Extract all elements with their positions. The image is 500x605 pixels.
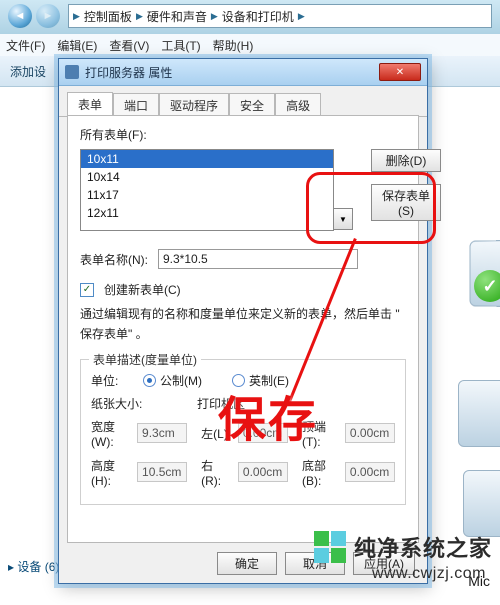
dialog-title: 打印服务器 属性 — [85, 64, 379, 81]
forms-listbox[interactable]: 10x11 10x14 11x17 12x11 — [80, 149, 334, 231]
chevron-right-icon: ▶ — [298, 11, 305, 22]
tab-forms[interactable]: 表单 — [67, 92, 113, 117]
all-forms-label: 所有表单(F): — [80, 126, 147, 143]
watermark-squares-icon — [314, 531, 346, 563]
nav-back-button[interactable]: ◄ — [8, 4, 32, 28]
chevron-right-icon: ▶ — [211, 11, 218, 22]
create-new-form-label: 创建新表单(C) — [104, 281, 181, 298]
nav-forward-button[interactable]: ► — [36, 4, 60, 28]
ok-button[interactable]: 确定 — [217, 552, 277, 575]
save-form-button[interactable]: 保存表单(S) — [371, 184, 441, 221]
unit-label: 单位: — [91, 372, 137, 389]
width-label: 宽度(W): — [91, 418, 131, 449]
dropdown-button[interactable]: ▼ — [333, 208, 353, 230]
menu-tools[interactable]: 工具(T) — [161, 37, 200, 54]
explorer-toolbar: ◄ ► ▶ 控制面板 ▶ 硬件和声音 ▶ 设备和打印机 ▶ — [0, 0, 500, 35]
height-label: 高度(H): — [91, 457, 131, 488]
width-input[interactable]: 9.3cm — [137, 423, 187, 443]
menu-view[interactable]: 查看(V) — [109, 37, 149, 54]
titlebar: 打印服务器 属性 ✕ — [59, 59, 427, 86]
tab-security[interactable]: 安全 — [229, 93, 275, 117]
tab-drivers[interactable]: 驱动程序 — [159, 93, 229, 117]
menu-help[interactable]: 帮助(H) — [213, 37, 254, 54]
create-new-form-checkbox[interactable]: ✓ — [80, 283, 94, 297]
watermark-url: www.cwjzj.com — [372, 565, 486, 583]
tab-page-forms: 所有表单(F): 10x11 10x14 11x17 12x11 ▼ 删除(D)… — [67, 115, 419, 543]
tab-ports[interactable]: 端口 — [113, 93, 159, 117]
right-label: 右(R): — [201, 457, 232, 488]
right-input[interactable]: 0.00cm — [238, 462, 288, 482]
chevron-right-icon: ▶ — [136, 11, 143, 22]
hint-text: 通过编辑现有的名称和度量单位来定义新的表单，然后单击 " 保存表单" 。 — [80, 304, 406, 345]
annotation-text: 保存 — [218, 380, 318, 450]
form-name-label: 表单名称(N): — [80, 251, 152, 268]
menu-file[interactable]: 文件(F) — [6, 37, 45, 54]
list-item[interactable]: 10x11 — [81, 150, 333, 168]
devices-group-header[interactable]: ▸ 设备 (6) — [8, 558, 59, 575]
height-input[interactable]: 10.5cm — [137, 462, 187, 482]
breadcrumb-seg[interactable]: 设备和打印机 — [222, 8, 294, 25]
add-device-button[interactable]: 添加设 — [10, 63, 46, 80]
bottom-label: 底部(B): — [302, 457, 339, 488]
menu-edit[interactable]: 编辑(E) — [57, 37, 97, 54]
printer-device-icon[interactable] — [458, 380, 500, 447]
radio-metric[interactable] — [143, 374, 156, 387]
print-server-properties-dialog: 打印服务器 属性 ✕ 表单 端口 驱动程序 安全 高级 所有表单(F): 10x… — [58, 58, 428, 584]
tab-strip: 表单 端口 驱动程序 安全 高级 — [59, 86, 427, 117]
watermark-logo: 纯净系统之家 — [314, 531, 492, 563]
breadcrumb-seg[interactable]: 硬件和声音 — [147, 8, 207, 25]
chevron-right-icon: ▶ — [73, 11, 80, 22]
group-title: 表单描述(度量单位) — [89, 351, 201, 368]
printer-device-icon[interactable] — [463, 470, 500, 537]
close-button[interactable]: ✕ — [379, 63, 421, 81]
list-item[interactable]: 11x17 — [81, 186, 333, 204]
breadcrumb-seg[interactable]: 控制面板 — [84, 8, 132, 25]
list-item[interactable]: 10x14 — [81, 168, 333, 186]
printer-icon — [65, 65, 79, 79]
menubar: 文件(F) 编辑(E) 查看(V) 工具(T) 帮助(H) — [0, 34, 500, 57]
list-item[interactable]: 12x11 — [81, 204, 333, 222]
tab-advanced[interactable]: 高级 — [275, 93, 321, 117]
top-input[interactable]: 0.00cm — [345, 423, 395, 443]
default-printer-check-icon: ✓ — [474, 270, 500, 302]
watermark-text: 纯净系统之家 — [354, 531, 492, 563]
paper-size-label: 纸张大小: — [91, 395, 191, 412]
breadcrumb[interactable]: ▶ 控制面板 ▶ 硬件和声音 ▶ 设备和打印机 ▶ — [68, 4, 492, 28]
delete-button[interactable]: 删除(D) — [371, 149, 441, 172]
form-name-input[interactable]: 9.3*10.5 — [158, 249, 358, 269]
bottom-input[interactable]: 0.00cm — [345, 462, 395, 482]
radio-metric-label: 公制(M) — [160, 372, 202, 389]
